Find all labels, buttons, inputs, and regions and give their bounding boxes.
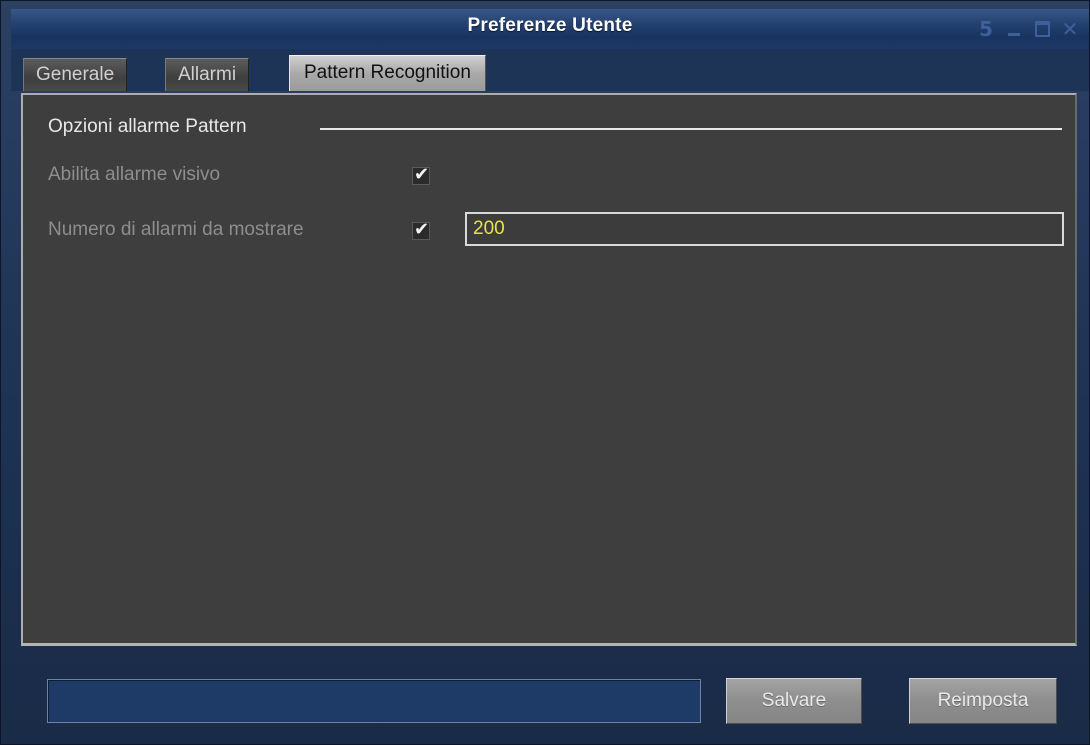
group-divider: [320, 128, 1062, 130]
tab-pattern-recognition[interactable]: Pattern Recognition: [289, 55, 486, 91]
alarm-count-label: Numero di allarmi da mostrare: [48, 219, 304, 240]
close-icon[interactable]: ✕: [1059, 17, 1081, 41]
tab-generale[interactable]: Generale: [23, 58, 128, 91]
alarm-count-input[interactable]: [465, 212, 1064, 246]
reset-button[interactable]: Reimposta: [909, 678, 1057, 724]
tab-bar: Generale Allarmi Pattern Recognition: [11, 49, 1089, 91]
tab-allarmi[interactable]: Allarmi: [165, 58, 250, 91]
status-field: [47, 679, 701, 723]
window-title: Preferenze Utente: [467, 15, 633, 36]
preferences-window: Preferenze Utente 5 ✕ Generale Allarmi P…: [0, 0, 1090, 745]
restore-icon[interactable]: 5: [975, 17, 997, 41]
visual-alarm-label: Abilita allarme visivo: [48, 164, 221, 185]
title-bar[interactable]: Preferenze Utente 5 ✕: [11, 9, 1089, 50]
visual-alarm-checkbox[interactable]: ✔: [412, 164, 430, 185]
maximize-icon[interactable]: [1031, 18, 1053, 40]
minimize-icon[interactable]: [1003, 18, 1025, 40]
group-title: Opzioni allarme Pattern: [48, 116, 247, 137]
checkmark-icon: ✔: [414, 219, 430, 240]
pattern-recognition-panel: Opzioni allarme Pattern Abilita allarme …: [21, 93, 1077, 646]
save-button[interactable]: Salvare: [726, 678, 862, 724]
window-controls: 5 ✕: [975, 16, 1081, 42]
alarm-count-checkbox[interactable]: ✔: [412, 219, 430, 240]
checkmark-icon: ✔: [414, 164, 430, 185]
